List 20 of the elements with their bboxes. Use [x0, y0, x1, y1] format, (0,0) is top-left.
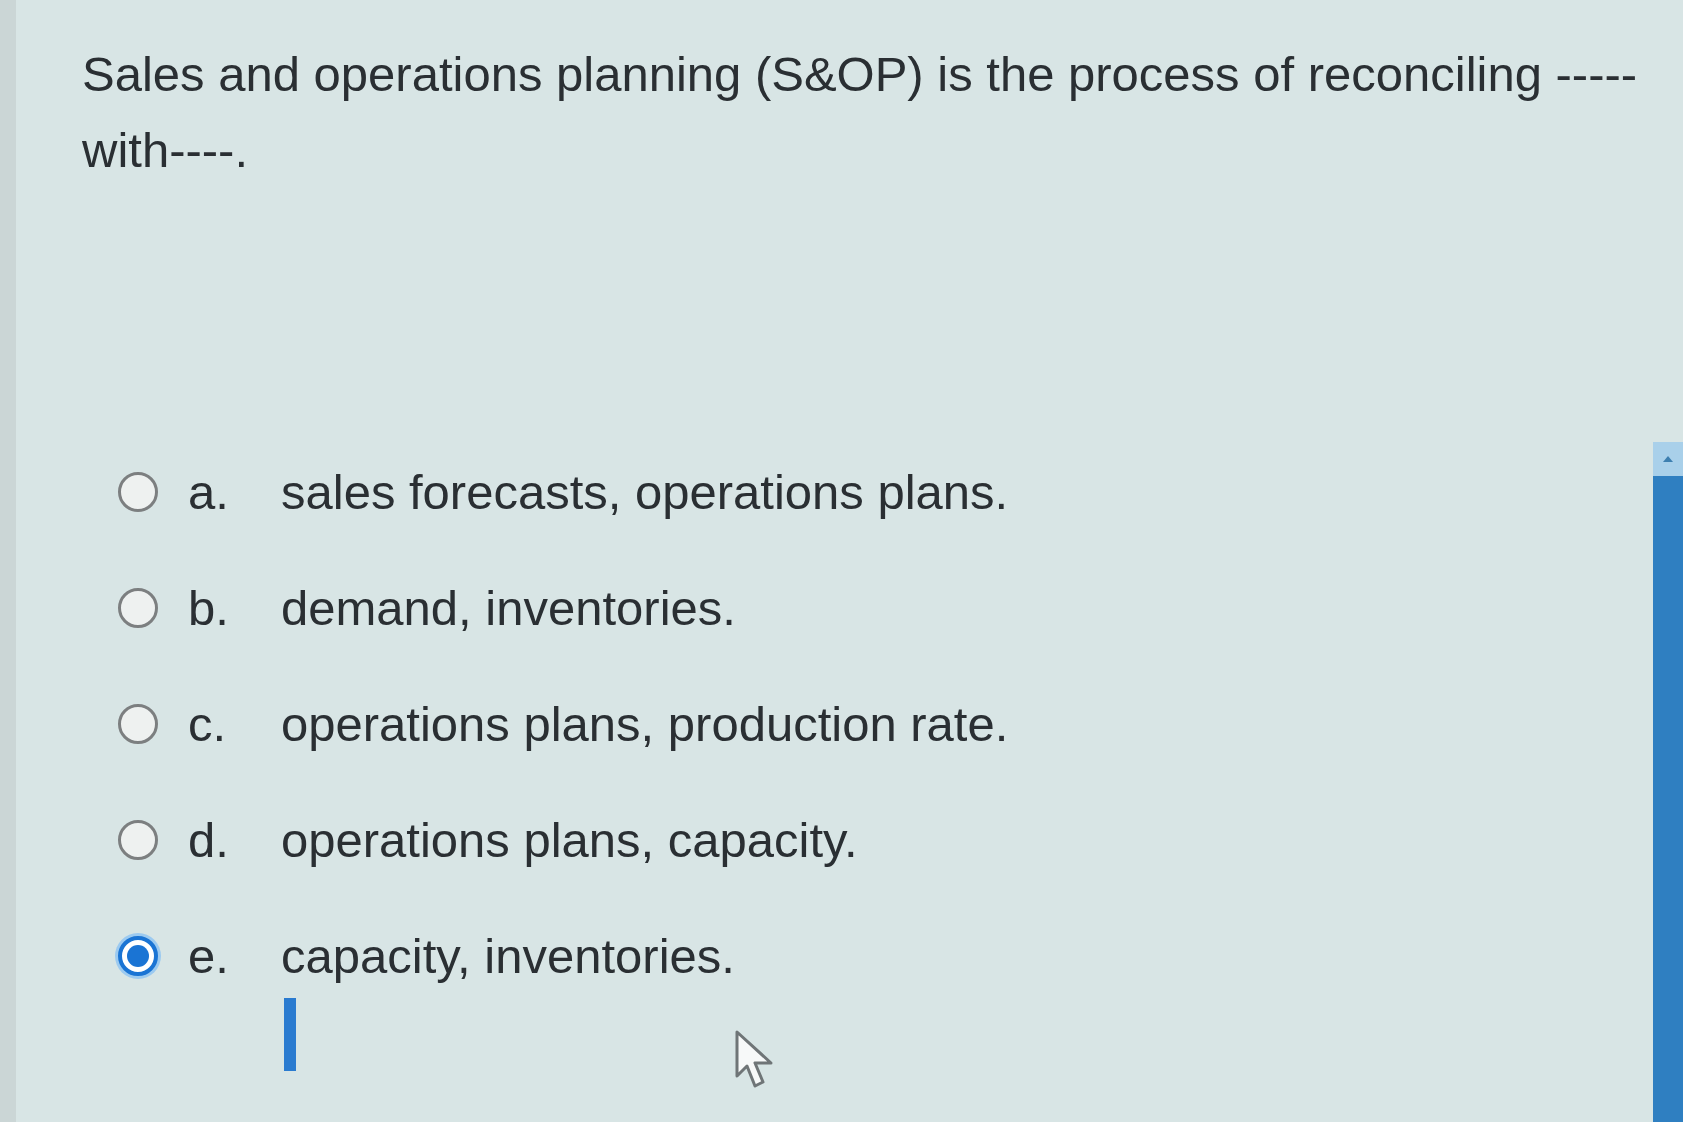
option-label: sales forecasts, operations plans.	[281, 464, 1009, 520]
option-letter: d.	[188, 812, 230, 868]
mouse-pointer-icon	[735, 1030, 775, 1088]
option-letter: e.	[188, 928, 230, 984]
option-letter: c.	[188, 696, 228, 752]
radio-button[interactable]	[118, 588, 158, 628]
radio-button[interactable]	[118, 472, 158, 512]
option-label: capacity, inventories.	[281, 928, 735, 984]
option-label: operations plans, capacity.	[281, 812, 858, 868]
radio-button[interactable]	[118, 704, 158, 744]
option-label: operations plans, production rate.	[281, 696, 1009, 752]
option-letter: a.	[188, 464, 230, 520]
question-text: Sales and operations planning (S&OP) is the process of reconciling ----- with----.	[81, 46, 1639, 179]
up-arrow-icon	[1663, 456, 1673, 462]
radio-button[interactable]	[118, 820, 158, 860]
option-letter: b.	[188, 580, 230, 636]
scrollbar[interactable]	[1653, 442, 1683, 1122]
option-label: demand, inventories.	[281, 580, 736, 636]
radio-button[interactable]	[118, 936, 158, 976]
scroll-up-button[interactable]	[1653, 442, 1683, 476]
